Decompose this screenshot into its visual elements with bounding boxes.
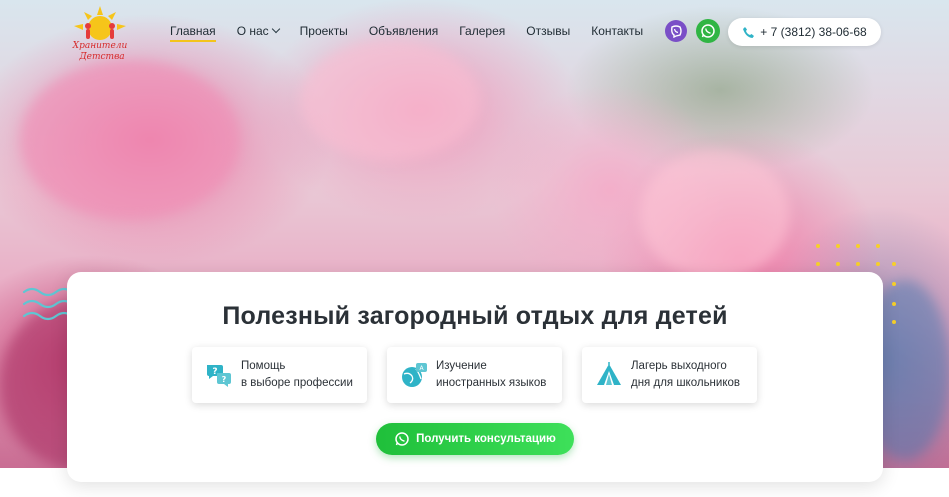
globe-icon: A	[402, 363, 427, 387]
get-consultation-label: Получить консультацию	[416, 433, 556, 445]
logo-text-line1: Хранители	[72, 41, 128, 51]
tent-icon	[597, 362, 621, 385]
feature-weekend-camp[interactable]: Лагерь выходного дня для школьников	[582, 347, 757, 403]
whatsapp-icon	[701, 24, 715, 38]
chevron-down-icon	[271, 24, 280, 34]
logo-sun-icon: Хранители Детства	[72, 6, 128, 62]
nav-item-projects[interactable]: Проекты	[300, 24, 348, 38]
svg-text:?: ?	[212, 367, 217, 377]
whatsapp-icon	[395, 432, 409, 446]
nav-item-about[interactable]: О нас	[236, 24, 280, 38]
nav-item-about-label: О нас	[236, 24, 269, 38]
viber-button[interactable]	[665, 20, 687, 42]
hero-card: Полезный загородный отдых для детей ? ? …	[67, 272, 883, 482]
nav-item-announcements[interactable]: Объявления	[369, 24, 438, 38]
logo-text-line2: Детства	[78, 52, 124, 62]
get-consultation-button[interactable]: Получить консультацию	[376, 423, 574, 455]
nav-item-home[interactable]: Главная	[170, 24, 216, 42]
whatsapp-button[interactable]	[696, 19, 720, 43]
feature-career-line1: Помощь	[241, 360, 286, 372]
feature-career-line2: в выборе профессии	[241, 377, 353, 389]
feature-weekend-camp-line1: Лагерь выходного	[631, 360, 727, 372]
feature-languages-line2: иностранных языков	[436, 377, 547, 389]
phone-number: + 7 (3812) 38-06-68	[760, 25, 867, 39]
main-nav: Главная О нас Проекты Объявления Галерея…	[170, 24, 664, 42]
logo[interactable]: Хранители Детства	[66, 6, 134, 62]
phone-icon	[743, 26, 755, 38]
feature-languages[interactable]: A Изучение иностранных языков	[387, 347, 562, 403]
nav-item-contacts[interactable]: Контакты	[591, 24, 643, 38]
phone-button[interactable]: + 7 (3812) 38-06-68	[728, 18, 881, 46]
feature-career[interactable]: ? ? Помощь в выборе профессии	[192, 347, 367, 403]
nav-item-gallery[interactable]: Галерея	[459, 24, 505, 38]
viber-icon	[671, 25, 682, 38]
feature-languages-line1: Изучение	[436, 360, 487, 372]
feature-weekend-camp-line2: дня для школьников	[631, 377, 740, 389]
hero-title: Полезный загородный отдых для детей	[222, 302, 728, 330]
chat-bubbles-icon: ? ?	[207, 365, 231, 387]
nav-item-reviews[interactable]: Отзывы	[526, 24, 570, 38]
feature-list: ? ? Помощь в выборе профессии A Изучение…	[192, 347, 757, 403]
svg-text:?: ?	[222, 375, 227, 384]
